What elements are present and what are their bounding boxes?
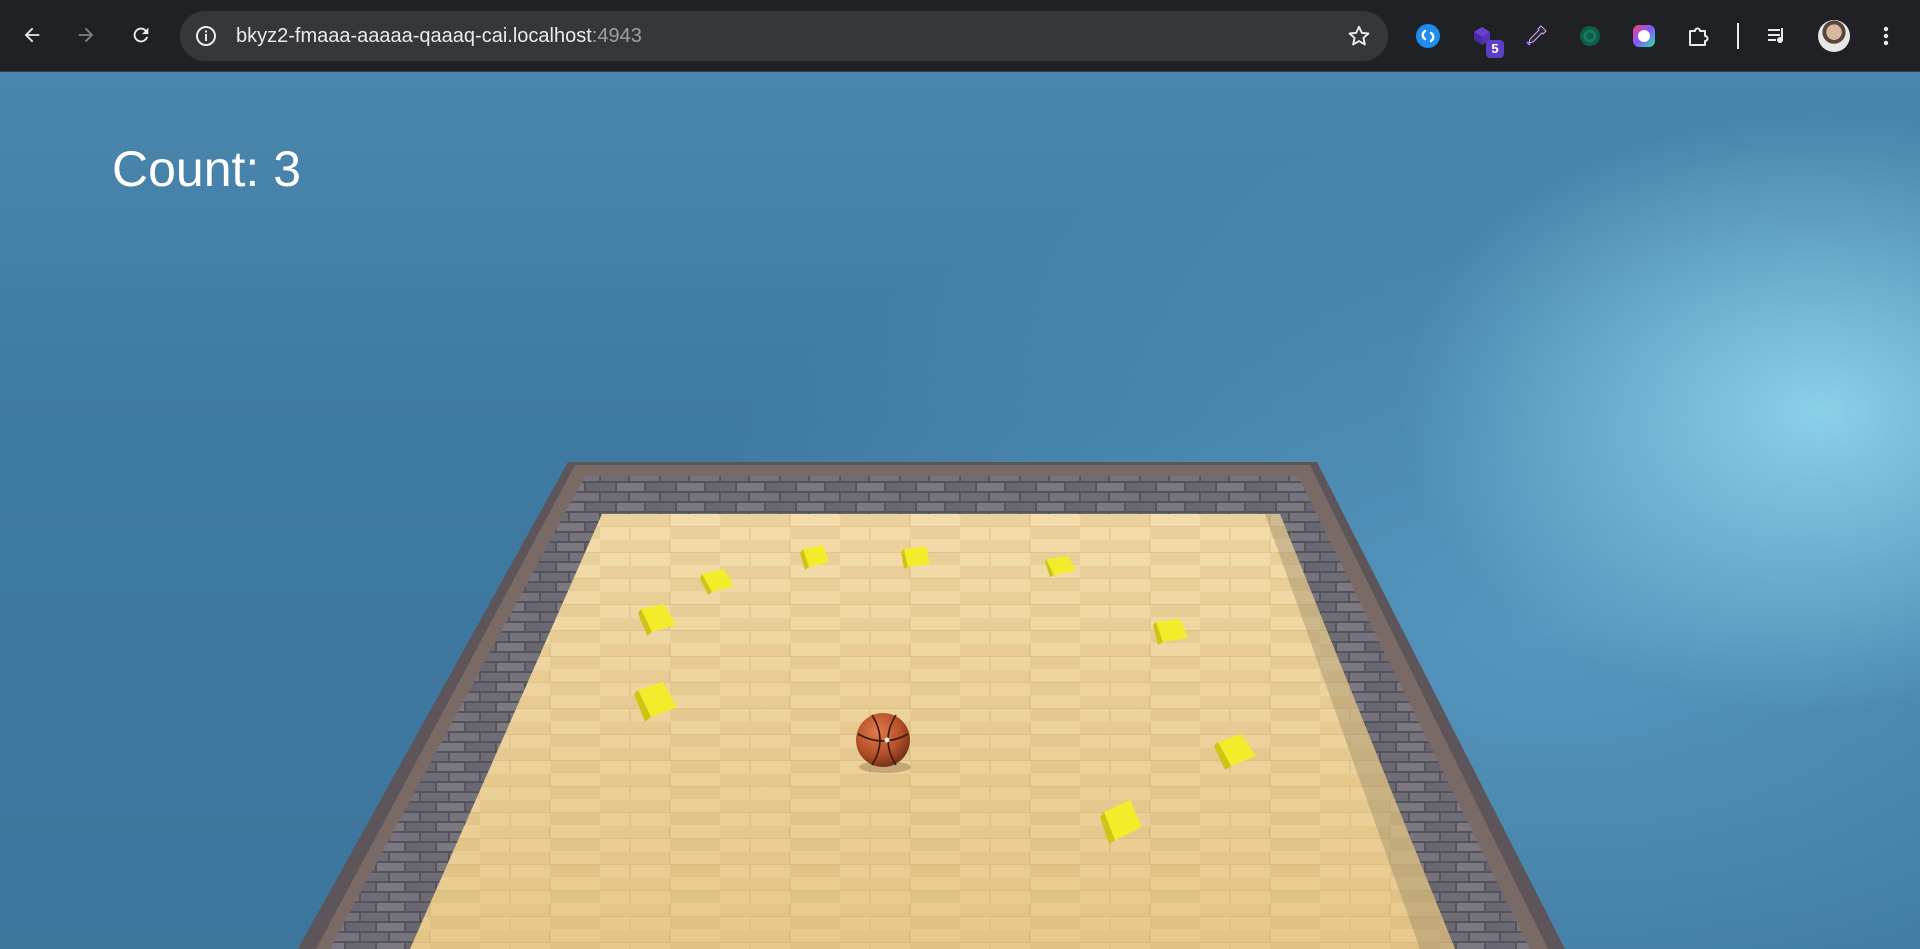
url-port: :4943 <box>591 25 642 47</box>
browser-toolbar: bkyz2-fmaaa-aaaaa-qaaaq-cai.localhost:49… <box>0 0 1920 72</box>
shazam-icon[interactable] <box>1412 20 1444 52</box>
toolbar-divider <box>1737 23 1739 49</box>
address-bar[interactable]: bkyz2-fmaaa-aaaaa-qaaaq-cai.localhost:49… <box>180 11 1388 61</box>
site-info-icon[interactable] <box>194 24 218 48</box>
player-ball <box>856 713 911 773</box>
media-queue-icon[interactable] <box>1762 20 1794 52</box>
browser-menu-icon[interactable] <box>1870 20 1902 52</box>
back-arrow-icon <box>24 27 40 43</box>
score-counter: Count: 3 <box>112 141 302 197</box>
reload-button[interactable] <box>123 17 159 53</box>
forward-arrow-icon <box>78 27 94 43</box>
profile-avatar[interactable] <box>1818 20 1850 52</box>
back-button[interactable] <box>14 17 50 53</box>
game-canvas[interactable]: Count: 3 <box>0 72 1920 949</box>
bookmark-star-icon[interactable] <box>1346 23 1372 49</box>
extension-badge: 5 <box>1486 40 1504 58</box>
reload-icon <box>133 27 149 43</box>
eyedropper-icon[interactable] <box>1520 20 1552 52</box>
puzzle-extensions-icon[interactable] <box>1682 20 1714 52</box>
url-text: bkyz2-fmaaa-aaaaa-qaaaq-cai.localhost:49… <box>236 25 642 48</box>
purple-extension-icon[interactable]: 5 <box>1466 20 1504 58</box>
url-host: bkyz2-fmaaa-aaaaa-qaaaq-cai.localhost <box>236 25 592 47</box>
game-scene <box>298 462 1565 949</box>
green-extension-icon[interactable] <box>1574 20 1606 52</box>
forward-button[interactable] <box>68 17 104 53</box>
arena-back-wall <box>585 476 1298 514</box>
color-ring-extension-icon[interactable] <box>1628 20 1660 52</box>
